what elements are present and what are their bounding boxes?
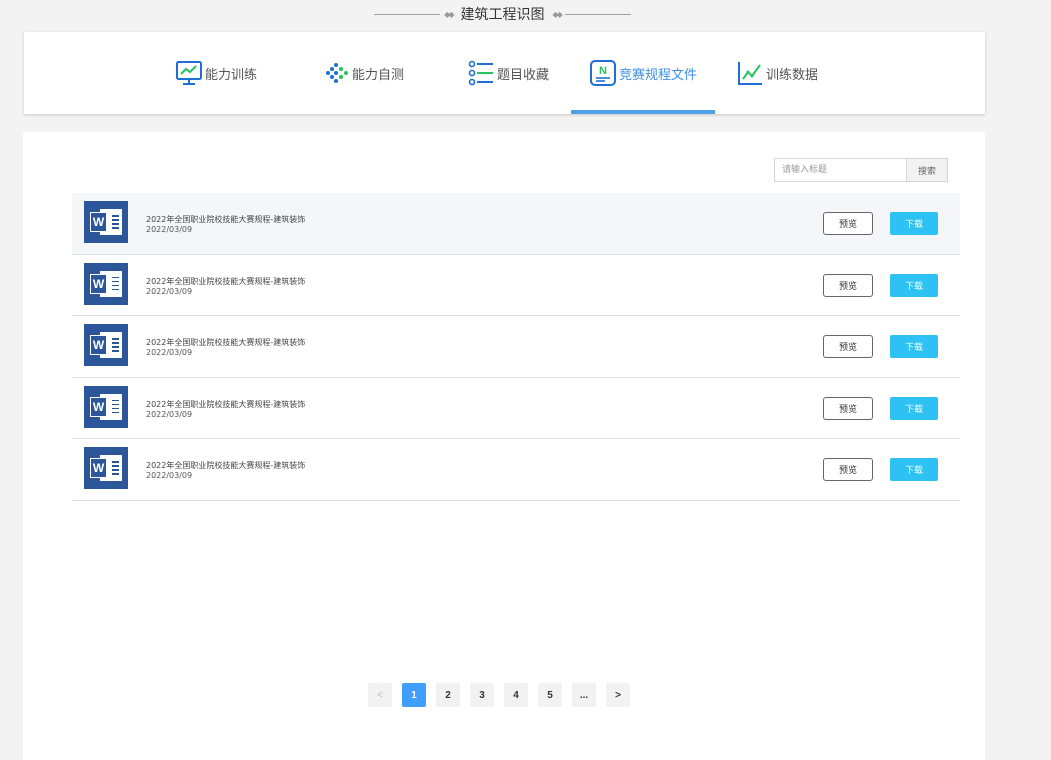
diamond-icon: ◆◆: [444, 9, 454, 19]
search-input[interactable]: [774, 158, 906, 182]
download-button[interactable]: 下载: [890, 212, 938, 235]
active-tab-indicator: [571, 110, 715, 114]
title-divider-right: [564, 13, 631, 15]
title-divider-left: [374, 13, 441, 15]
next-page-button[interactable]: >: [606, 683, 630, 707]
monitor-chart-icon: [176, 61, 202, 85]
tab-label: 能力训练: [205, 67, 258, 83]
tab-training-data[interactable]: 训练数据: [736, 32, 818, 114]
svg-text:N: N: [599, 65, 607, 77]
word-icon: W: [84, 201, 128, 243]
download-button[interactable]: 下载: [890, 458, 938, 482]
diamond-icon: ◆◆: [552, 9, 563, 19]
word-icon: W: [84, 324, 128, 367]
file-title[interactable]: 2022年全国职业院校技能大赛规程-建筑装饰: [146, 460, 305, 471]
tab-label: 能力自测: [352, 67, 405, 83]
list-item: W 2022年全国职业院校技能大赛规程-建筑装饰 2022/03/09 预览 下…: [72, 255, 960, 317]
preview-button[interactable]: 预览: [823, 458, 873, 482]
file-title[interactable]: 2022年全国职业院校技能大赛规程-建筑装饰: [146, 214, 305, 225]
prev-page-button[interactable]: <: [368, 683, 392, 707]
dots-arrow-icon: [326, 63, 348, 83]
file-date: 2022/03/09: [146, 348, 193, 358]
tab-question-favorites[interactable]: 题目收藏: [467, 32, 549, 114]
preview-button[interactable]: 预览: [823, 335, 873, 359]
page-button-4[interactable]: 4: [504, 683, 528, 707]
search-button[interactable]: 搜索: [906, 158, 948, 182]
word-icon: W: [84, 447, 128, 490]
file-list: W 2022年全国职业院校技能大赛规程-建筑装饰 2022/03/09 预览 下…: [72, 193, 960, 501]
tab-label: 训练数据: [766, 67, 819, 83]
download-button[interactable]: 下载: [890, 335, 938, 359]
page-title-bar: ◆◆ 建筑工程识图 ◆◆: [370, 4, 635, 24]
file-title[interactable]: 2022年全国职业院校技能大赛规程-建筑装饰: [146, 399, 305, 410]
file-date: 2022/03/09: [146, 471, 193, 481]
search-bar: 搜索: [774, 158, 948, 182]
tab-ability-self-test[interactable]: 能力自测: [322, 32, 404, 114]
list-icon: [468, 60, 493, 86]
file-date: 2022/03/09: [146, 225, 193, 234]
preview-button[interactable]: 预览: [823, 396, 873, 420]
list-item: W 2022年全国职业院校技能大赛规程-建筑装饰 2022/03/09 预览 下…: [72, 316, 960, 378]
page-button-2[interactable]: 2: [436, 683, 460, 707]
word-icon: W: [84, 385, 128, 428]
list-item: W 2022年全国职业院校技能大赛规程-建筑装饰 2022/03/09 预览 下…: [72, 193, 960, 255]
page-button-1[interactable]: 1: [402, 683, 426, 707]
list-item: W 2022年全国职业院校技能大赛规程-建筑装饰 2022/03/09 预览 下…: [72, 378, 960, 440]
preview-button[interactable]: 预览: [823, 212, 873, 235]
preview-button[interactable]: 预览: [823, 273, 873, 297]
file-title[interactable]: 2022年全国职业院校技能大赛规程-建筑装饰: [146, 276, 305, 287]
page-button-3[interactable]: 3: [470, 683, 494, 707]
tab-label: 题目收藏: [497, 67, 550, 83]
tab-ability-training[interactable]: 能力训练: [175, 32, 257, 114]
page-button-5[interactable]: 5: [538, 683, 562, 707]
tab-label: 竞赛规程文件: [619, 67, 698, 83]
download-button[interactable]: 下载: [890, 273, 938, 297]
file-date: 2022/03/09: [146, 409, 193, 419]
file-title[interactable]: 2022年全国职业院校技能大赛规程-建筑装饰: [146, 337, 305, 348]
document-n-icon: N: [590, 60, 616, 86]
file-date: 2022/03/09: [146, 286, 193, 296]
tab-competition-rules[interactable]: N 竞赛规程文件: [589, 32, 697, 114]
tab-bar: 能力训练 能力自测 题目收藏 N 竞赛规程文件 训练数据: [24, 32, 985, 114]
download-button[interactable]: 下载: [890, 396, 938, 420]
file-list-panel: 搜索 W 2022年全国职业院校技能大赛规程-建筑装饰 2022/03/09 预…: [23, 132, 985, 760]
word-icon: W: [84, 262, 128, 305]
line-chart-icon: [738, 62, 762, 85]
list-item: W 2022年全国职业院校技能大赛规程-建筑装饰 2022/03/09 预览 下…: [72, 439, 960, 501]
pagination: < 1 2 3 4 5 ... >: [368, 683, 640, 707]
page-title: 建筑工程识图: [460, 7, 545, 23]
page-ellipsis[interactable]: ...: [572, 683, 596, 707]
